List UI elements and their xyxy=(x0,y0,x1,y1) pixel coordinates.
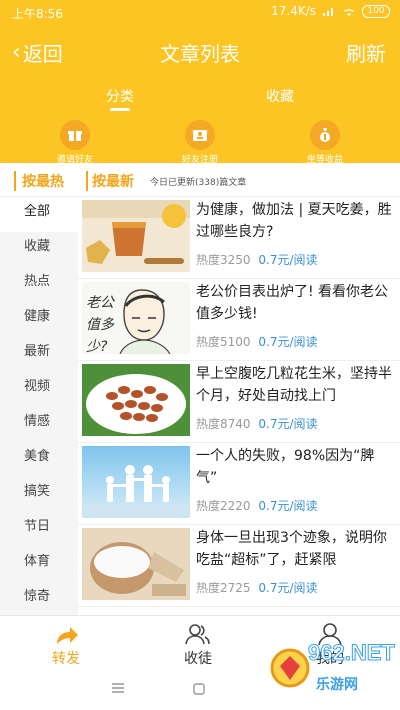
nav-apprentice-label: 收徒 xyxy=(184,651,212,667)
article-row[interactable]: 早上空腹吃几粒花生米，坚持半个月，好处自动找上门 热度8740 0.7元/阅读 xyxy=(78,361,400,443)
sidebar-item-favorites[interactable]: 收藏 xyxy=(0,232,78,267)
refresh-button[interactable]: 刷新 xyxy=(346,38,386,67)
sort-bar: 按最热 按最新 今日已更新(338)篇文章 xyxy=(0,163,400,197)
battery-icon: 100 xyxy=(362,4,390,18)
status-right: 17.4K/s 100 xyxy=(271,4,390,18)
article-thumbnail: 老公值多少? xyxy=(82,282,190,354)
article-title: 早上空腹吃几粒花生米，坚持半个月，好处自动找上门 xyxy=(196,366,392,404)
sort-hot-button[interactable]: 按最热 xyxy=(14,171,64,191)
money-bag-icon xyxy=(310,120,340,150)
sidebar-item-food[interactable]: 美食 xyxy=(0,442,78,477)
sidebar-item-hot[interactable]: 热点 xyxy=(0,267,78,302)
article-thumbnail xyxy=(82,200,190,272)
group-icon xyxy=(185,624,210,645)
tab-bar: 分类 收藏 xyxy=(0,86,400,116)
article-meta: 热度3250 0.7元/阅读 xyxy=(196,251,318,268)
article-meta: 热度5100 0.7元/阅读 xyxy=(196,333,318,350)
thumbnail-caption: 老公值多少? xyxy=(86,295,114,354)
title-bar: ‹ 返回 文章列表 刷新 xyxy=(0,30,400,74)
gift-icon xyxy=(60,120,90,150)
page-title: 文章列表 xyxy=(160,42,240,66)
article-price: 0.7元/阅读 xyxy=(258,335,318,349)
article-title: 一个人的失败，98%因为“脾气” xyxy=(196,448,375,486)
quick-actions: 邀请好友 好友注册 坐等收益 xyxy=(0,120,400,165)
nav-apprentice[interactable]: 收徒 xyxy=(158,622,238,668)
id-card-icon xyxy=(185,120,215,150)
status-bar: 上午8:56 17.4K/s 100 xyxy=(0,0,400,26)
article-meta: 热度2220 0.7元/阅读 xyxy=(196,497,318,514)
earnings-button[interactable]: 坐等收益 xyxy=(285,120,365,165)
sidebar-item-latest[interactable]: 最新 xyxy=(0,337,78,372)
sidebar-item-emotion[interactable]: 情感 xyxy=(0,407,78,442)
sidebar-item-festival[interactable]: 节日 xyxy=(0,512,78,547)
article-row[interactable]: 身体一旦出现3个迹象，说明你吃盐“超标”了，赶紧限 热度2725 0.7元/阅读 xyxy=(78,525,400,607)
watermark-emblem-icon xyxy=(270,648,310,688)
article-heat: 热度2220 xyxy=(196,499,251,513)
article-row[interactable]: 一个人的失败，98%因为“脾气” 热度2220 0.7元/阅读 xyxy=(78,443,400,525)
watermark-brand: 962.NET xyxy=(308,640,396,666)
article-title: 身体一旦出现3个迹象，说明你吃盐“超标”了，赶紧限 xyxy=(196,530,387,568)
nav-share-label: 转发 xyxy=(52,651,80,667)
app-header: 上午8:56 17.4K/s 100 ‹ 返回 文章列表 刷新 分类 收藏 邀请… xyxy=(0,0,400,165)
sidebar-item-funny[interactable]: 搞笑 xyxy=(0,477,78,512)
signal-icon xyxy=(323,7,333,16)
wifi-icon xyxy=(344,8,354,16)
update-count: 今日已更新(338)篇文章 xyxy=(150,178,247,188)
nav-share[interactable]: 转发 xyxy=(26,622,106,668)
article-meta: 热度2725 0.7元/阅读 xyxy=(196,579,318,596)
article-row[interactable]: 老公值多少? 老公价目表出炉了! 看看你老公值多少钱! 热度5100 0.7元/… xyxy=(78,279,400,361)
status-time: 上午8:56 xyxy=(12,7,63,21)
article-thumbnail xyxy=(82,446,190,518)
article-heat: 热度3250 xyxy=(196,253,251,267)
article-price: 0.7元/阅读 xyxy=(258,499,318,513)
sort-new-button[interactable]: 按最新 xyxy=(86,171,134,191)
article-thumbnail xyxy=(82,364,190,436)
tab-favorites[interactable]: 收藏 xyxy=(250,86,310,106)
article-list: 为健康，做加法 | 夏天吃姜，胜过哪些良方? 热度3250 0.7元/阅读 老公… xyxy=(78,197,400,615)
article-heat: 热度5100 xyxy=(196,335,251,349)
sidebar-item-video[interactable]: 视频 xyxy=(0,372,78,407)
article-heat: 热度8740 xyxy=(196,417,251,431)
sidebar-item-health[interactable]: 健康 xyxy=(0,302,78,337)
article-heat: 热度2725 xyxy=(196,581,251,595)
article-price: 0.7元/阅读 xyxy=(258,581,318,595)
article-title: 为健康，做加法 | 夏天吃姜，胜过哪些良方? xyxy=(196,202,392,240)
article-title: 老公价目表出炉了! 看看你老公值多少钱! xyxy=(196,284,389,322)
article-thumbnail xyxy=(82,528,190,600)
watermark-logo: 962.NET 乐游网 xyxy=(268,640,398,706)
sidebar-item-sports[interactable]: 体育 xyxy=(0,547,78,582)
category-sidebar: 全部 收藏 热点 健康 最新 视频 情感 美食 搞笑 节日 体育 惊奇 xyxy=(0,197,78,615)
share-arrow-icon xyxy=(57,627,78,644)
article-meta: 热度8740 0.7元/阅读 xyxy=(196,415,318,432)
invite-friends-button[interactable]: 邀请好友 xyxy=(35,120,115,165)
tab-category[interactable]: 分类 xyxy=(90,86,150,111)
article-row[interactable]: 为健康，做加法 | 夏天吃姜，胜过哪些良方? 热度3250 0.7元/阅读 xyxy=(78,197,400,279)
sidebar-item-all[interactable]: 全部 xyxy=(0,197,78,232)
network-speed: 17.4K/s xyxy=(271,4,316,18)
home-icon[interactable] xyxy=(193,683,205,695)
article-price: 0.7元/阅读 xyxy=(258,417,318,431)
friend-register-button[interactable]: 好友注册 xyxy=(160,120,240,165)
watermark-sub: 乐游网 xyxy=(316,677,358,693)
sidebar-item-amazing[interactable]: 惊奇 xyxy=(0,582,78,617)
menu-icon[interactable] xyxy=(112,683,124,693)
article-price: 0.7元/阅读 xyxy=(258,253,318,267)
